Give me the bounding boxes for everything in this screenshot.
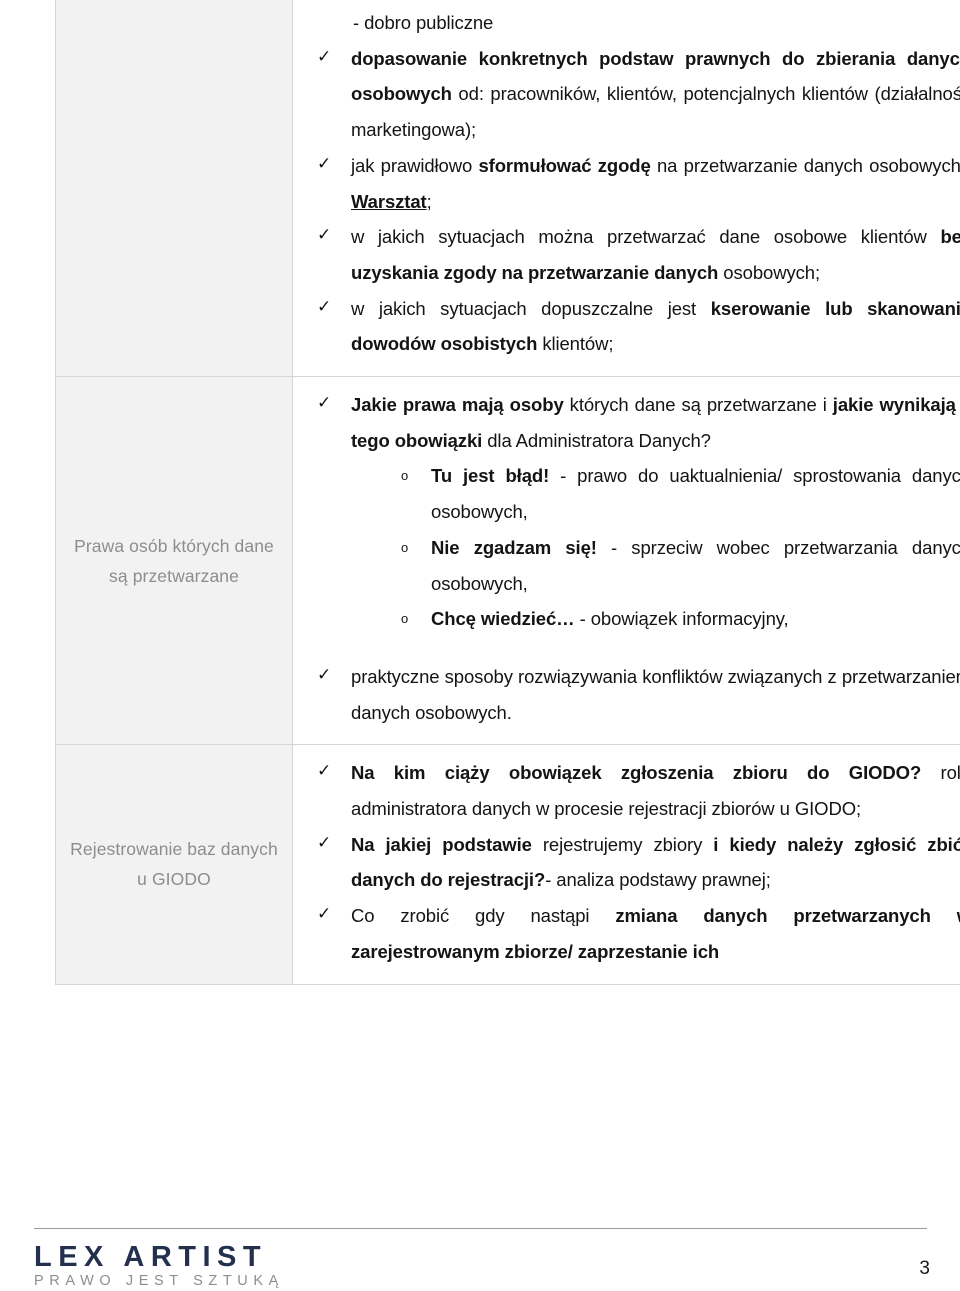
checkmark-bullet-item: ✓ Na kim ciąży obowiązek zgłoszenia zbior… (309, 755, 960, 826)
text-run: rejestrujemy zbiory (531, 833, 714, 855)
row-label-cell-0 (55, 0, 293, 378)
check-icon: ✓ (317, 153, 332, 173)
check-icon: ✓ (317, 664, 332, 684)
row-label-text-1: Prawa osób których dane są przetwarzane (74, 535, 274, 586)
checkmark-bullet-item: ✓ Na jakiej podstawie rejestrujemy zbiory… (309, 827, 960, 898)
text-run: ; (426, 190, 432, 212)
text-run: - dobro publiczne (353, 12, 494, 33)
check-icon: ✓ (317, 46, 332, 66)
row-label-cell-1: Prawa osób których dane są przetwarzane (55, 376, 293, 746)
row-content-cell-1: ✓ Jakie prawa mają osoby których dane są … (292, 376, 960, 746)
text-run: w jakich sytuacjach można przetwarzać da… (351, 226, 941, 248)
checkmark-bullet-item: ✓ praktyczne sposoby rozwiązywania konfli… (309, 659, 960, 730)
lex-artist-logo: LEX ARTIST PRAWO JEST SZTUKĄ (34, 1243, 334, 1290)
row-content-0: - dobro publiczne ✓ dopasowanie konkretnyc… (309, 5, 960, 362)
bold-text-run: Na jakiej podstawie (351, 833, 532, 855)
bold-text-run: Jakie prawa mają osoby (351, 394, 564, 416)
checkmark-bullet-item: ✓ w jakich sytuacjach dopuszczalne jest k… (309, 291, 960, 362)
check-icon: ✓ (317, 832, 332, 852)
text-run: Co zrobić gdy nastąpi (351, 905, 616, 927)
text-run: klientów; (537, 333, 614, 355)
checkmark-bullet-item: ✓ Co zrobić gdy nastąpi zmiana danych prz… (309, 898, 960, 969)
document-page: - dobro publiczne ✓ dopasowanie konkretnyc… (0, 0, 960, 1291)
text-run: jak prawidłowo (351, 154, 479, 176)
footer-divider (34, 1228, 927, 1229)
circle-bullet-item: o Nie zgadzam się! - sprzeciw wobec przet… (309, 530, 960, 601)
table-row: - dobro publiczne ✓ dopasowanie konkretnyc… (55, 0, 960, 378)
checkmark-bullet-item: ✓ dopasowanie konkretnych podstaw prawnyc… (309, 41, 960, 148)
check-icon: ✓ (317, 761, 332, 781)
agenda-table: - dobro publiczne ✓ dopasowanie konkretnyc… (55, 0, 960, 985)
bold-text-run: sformułować zgodę (478, 154, 651, 176)
row-content-1: ✓ Jakie prawa mają osoby których dane są … (309, 387, 960, 730)
text-run: osobowych; (718, 261, 820, 283)
logo-wordmark: LEX ARTIST (34, 1241, 268, 1273)
row-content-cell-0: - dobro publiczne ✓ dopasowanie konkretnyc… (292, 0, 960, 378)
circle-bullet-icon: o (401, 611, 409, 627)
circle-bullet-item: o Chcę wiedzieć… - obowiązek informacyjny… (309, 601, 960, 637)
text-run: - analiza podstawy prawnej; (545, 869, 771, 891)
bold-text-run: Nie zgadzam się! (431, 536, 597, 558)
agenda-table-body: - dobro publiczne ✓ dopasowanie konkretnyc… (55, 0, 960, 985)
circle-bullet-icon: o (401, 539, 409, 555)
text-run: dla Administratora Danych? (482, 429, 711, 451)
bold-text-run: Chcę wiedzieć… (431, 608, 575, 630)
check-icon: ✓ (317, 904, 332, 924)
check-icon: ✓ (317, 393, 332, 413)
bold-text-run: Na kim ciąży obowiązek zgłoszenia zbioru… (351, 762, 922, 784)
logo-tagline: PRAWO JEST SZTUKĄ (34, 1273, 284, 1289)
table-row: Rejestrowanie baz danych u GIODO ✓ Na kim… (55, 744, 960, 985)
underlined-text-run: Warsztat (351, 190, 427, 212)
text-run: - obowiązek informacyjny, (574, 608, 789, 630)
text-run: praktyczne sposoby rozwiązywania konflik… (351, 665, 960, 723)
bold-text-run: Tu jest błąd! (431, 465, 550, 487)
text-run: na przetwarzanie danych osobowych? (650, 154, 960, 176)
circle-bullet-icon: o (401, 468, 409, 484)
checkmark-bullet-item: ✓ jak prawidłowo sformułować zgodę na prz… (309, 148, 960, 219)
circle-bullet-item: o Tu jest błąd! - prawo do uaktualnienia/… (309, 458, 960, 529)
text-run: których dane są przetwarzane i (563, 394, 833, 416)
page-number: 3 (919, 1258, 930, 1279)
table-row: Prawa osób których dane są przetwarzane … (55, 376, 960, 746)
checkmark-bullet-item: ✓ w jakich sytuacjach można przetwarzać d… (309, 219, 960, 290)
row-content-2: ✓ Na kim ciąży obowiązek zgłoszenia zbior… (309, 755, 960, 969)
plain-text-line: - dobro publiczne (309, 5, 960, 41)
text-run: w jakich sytuacjach dopuszczalne jest (351, 297, 711, 319)
row-label-cell-2: Rejestrowanie baz danych u GIODO (55, 744, 293, 985)
check-icon: ✓ (317, 225, 332, 245)
row-label-text-2: Rejestrowanie baz danych u GIODO (70, 839, 278, 890)
checkmark-bullet-item: ✓ Jakie prawa mają osoby których dane są … (309, 387, 960, 458)
row-content-cell-2: ✓ Na kim ciąży obowiązek zgłoszenia zbior… (292, 744, 960, 985)
check-icon: ✓ (317, 296, 332, 316)
